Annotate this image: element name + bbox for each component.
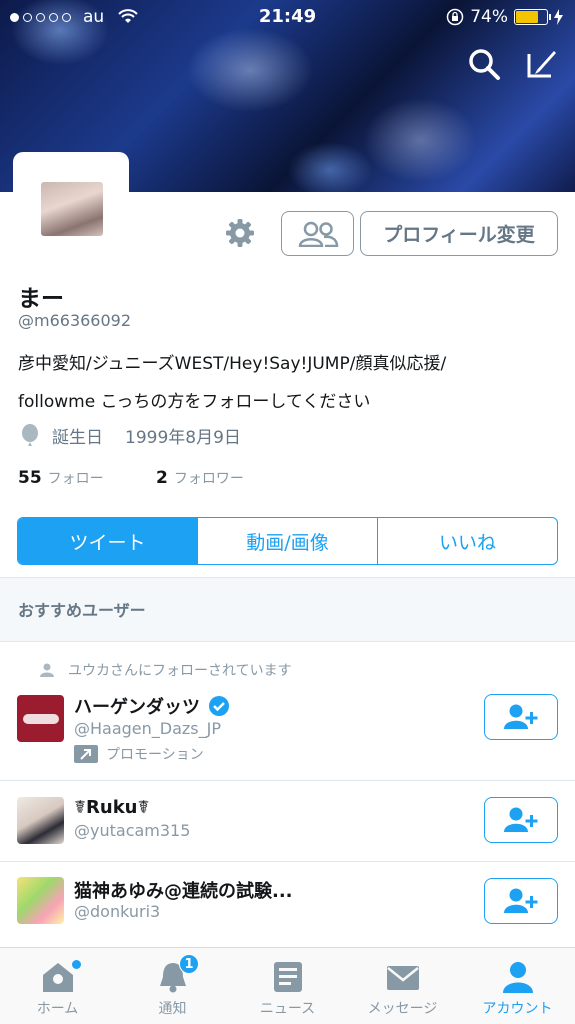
promoted-label: プロモーション: [74, 744, 204, 764]
follow-user-icon: [504, 888, 538, 913]
follow-button[interactable]: [484, 878, 558, 924]
lists-button[interactable]: [281, 211, 354, 256]
search-icon[interactable]: [466, 46, 502, 82]
followers-count: 2: [156, 468, 168, 488]
user-name: ハーゲンダッツ: [74, 697, 200, 718]
tab-label: アカウント: [482, 1001, 553, 1017]
news-icon: [273, 962, 302, 992]
person-small-icon: [40, 663, 54, 677]
followed-by-text: ユウカさんにフォローされています: [68, 663, 292, 679]
tab-label: メッセージ: [367, 1001, 438, 1017]
birthday-value: 1999年8月9日: [125, 428, 241, 448]
profile-tabs: ツイート 動画/画像 いいね: [17, 517, 558, 565]
tab-account[interactable]: アカウント: [460, 948, 575, 1024]
promoted-text: プロモーション: [106, 747, 204, 763]
follow-button[interactable]: [484, 694, 558, 740]
following-label: フォロー: [47, 471, 104, 487]
notification-badge: 1: [179, 954, 199, 974]
envelope-icon: [386, 966, 419, 990]
profile-bio: 彦中愛知/ジュニーズWEST/Hey!Say!JUMP/顔真似応援/ follo…: [18, 345, 563, 421]
profile-name: まー: [18, 286, 64, 312]
tab-label: ホーム: [36, 1001, 79, 1017]
battery-icon: [514, 9, 551, 25]
user-avatar[interactable]: [17, 797, 64, 844]
followers-label: フォロワー: [173, 471, 244, 487]
profile-avatar-frame[interactable]: [13, 152, 129, 268]
orientation-lock-icon: [446, 8, 464, 26]
compose-tweet-icon[interactable]: [523, 46, 559, 82]
profile-handle: @m66366092: [18, 311, 132, 330]
settings-gear-icon[interactable]: [224, 217, 256, 249]
following-count: 55: [18, 468, 42, 488]
user-handle: @Haagen_Dazs_JP: [74, 719, 222, 738]
list-item[interactable]: ☤Ruku☤ @yutacam315: [0, 781, 575, 862]
section-title: おすすめユーザー: [18, 601, 146, 620]
user-handle: @donkuri3: [74, 902, 161, 921]
tab-media[interactable]: 動画/画像: [197, 518, 377, 564]
following-stat[interactable]: 55 フォロー: [18, 468, 156, 488]
user-handle: @yutacam315: [74, 821, 191, 840]
profile-screen: au 21:49 74% プロフィール変更 まー @m66366092 彦中愛知…: [0, 0, 575, 1024]
bio-line: followme こっちの方をフォローしてください: [18, 392, 371, 412]
status-bar: au 21:49 74%: [0, 0, 575, 34]
list-item[interactable]: 猫神あゆみ@連続の試験... @donkuri3: [0, 862, 575, 944]
tab-likes[interactable]: いいね: [377, 518, 557, 564]
brand-logo: [22, 713, 59, 724]
user-avatar[interactable]: [17, 695, 64, 742]
profile-avatar[interactable]: [41, 182, 103, 236]
edit-profile-button[interactable]: プロフィール変更: [360, 211, 558, 256]
recommended-users-header: おすすめユーザー: [0, 577, 575, 642]
followers-stat[interactable]: 2 フォロワー: [156, 468, 244, 488]
tab-notifications[interactable]: 1 通知: [115, 948, 230, 1024]
balloon-icon: [22, 423, 38, 446]
birthday-label: 誕生日: [52, 428, 103, 448]
new-content-dot: [72, 960, 81, 969]
follow-user-icon: [504, 807, 538, 832]
home-icon: [42, 963, 73, 992]
follow-button[interactable]: [484, 797, 558, 843]
user-name-row: ハーゲンダッツ: [74, 693, 230, 719]
tab-label: ニュース: [259, 1001, 316, 1017]
status-right: 74%: [446, 7, 563, 27]
bottom-tab-bar: ホーム 1 通知 ニュース メッセージ アカウント: [0, 947, 575, 1024]
followed-by-context: ユウカさんにフォローされています: [40, 660, 292, 680]
list-item[interactable]: ハーゲンダッツ @Haagen_Dazs_JP プロモーション: [0, 682, 575, 781]
people-icon: [298, 221, 338, 247]
tab-label: 通知: [158, 1001, 187, 1017]
battery-percent: 74%: [470, 7, 508, 27]
follow-user-icon: [504, 704, 538, 729]
tab-tweets[interactable]: ツイート: [18, 518, 197, 564]
user-name: 猫神あゆみ@連続の試験...: [74, 881, 293, 902]
birthday-row: 誕生日 1999年8月9日: [20, 423, 241, 448]
user-avatar[interactable]: [17, 877, 64, 924]
user-name: ☤Ruku☤: [74, 797, 150, 818]
person-icon: [502, 962, 533, 993]
follow-stats: 55 フォロー 2 フォロワー: [18, 468, 244, 488]
charging-icon: [554, 9, 563, 25]
tab-messages[interactable]: メッセージ: [345, 948, 460, 1024]
bio-line: 彦中愛知/ジュニーズWEST/Hey!Say!JUMP/顔真似応援/: [18, 354, 447, 374]
tab-home[interactable]: ホーム: [0, 948, 115, 1024]
promoted-arrow-icon: [74, 745, 98, 763]
verified-badge-icon: [209, 696, 229, 716]
tab-news[interactable]: ニュース: [230, 948, 345, 1024]
